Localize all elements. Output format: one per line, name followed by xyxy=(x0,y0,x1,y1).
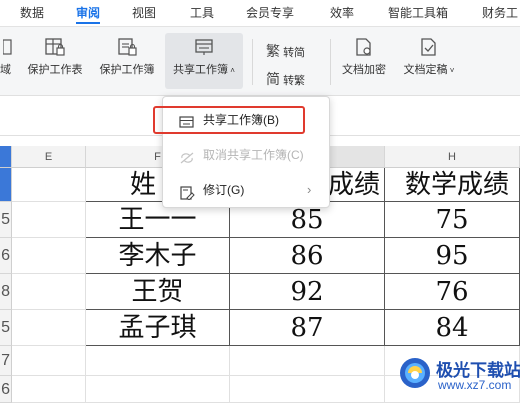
cell-name[interactable]: 孟子琪 xyxy=(86,310,230,346)
cell-math[interactable]: 84 xyxy=(385,310,520,346)
cell-score[interactable]: 92 xyxy=(230,274,385,310)
row-header[interactable]: 5 xyxy=(0,202,12,238)
doc-finalize-button[interactable]: 文档定稿 ˅ xyxy=(398,33,460,89)
trad-to-simp-label: 转简 xyxy=(283,47,306,59)
cell-score[interactable]: 86 xyxy=(230,238,385,274)
protect-sheet-button[interactable]: 保护工作表 xyxy=(22,33,88,89)
cell-score[interactable]: 87 xyxy=(230,310,385,346)
logo-icon xyxy=(398,356,432,390)
active-tab-indicator xyxy=(76,22,100,24)
share-workbook-label: 共享工作簿 ˄ xyxy=(173,64,235,76)
menu-efficiency[interactable]: 效率 xyxy=(330,4,354,21)
column-header-h[interactable]: H xyxy=(385,146,520,168)
trad-to-simp-button[interactable]: 繁 转简 xyxy=(266,41,305,61)
column-header-e[interactable]: E xyxy=(12,146,86,168)
protect-workbook-label: 保护工作簿 xyxy=(99,64,155,76)
menu-tools[interactable]: 工具 xyxy=(190,4,214,21)
cell-math[interactable]: 95 xyxy=(385,238,520,274)
menu-smart-toolbox[interactable]: 智能工具箱 xyxy=(388,4,448,21)
row-header[interactable]: 7 xyxy=(0,346,12,376)
simp-to-trad-icon: 简 xyxy=(266,71,280,87)
row-header[interactable]: 6 xyxy=(0,376,12,403)
menu-data[interactable]: 数据 xyxy=(20,4,44,21)
ribbon-toolbar: 域 保护工作表 保护工作簿 共享工作簿 ˄ 繁 转简 简 转繁 文档加密 文档定… xyxy=(0,27,520,96)
ribbon-divider xyxy=(330,39,331,85)
row-header[interactable]: 8 xyxy=(0,274,12,310)
protect-sheet-icon xyxy=(44,37,66,57)
menu-item-label: 取消共享工作簿(C) xyxy=(203,148,304,162)
doc-finalize-label: 文档定稿 ˅ xyxy=(403,64,455,76)
cell-math[interactable]: 76 xyxy=(385,274,520,310)
protect-sheet-label: 保护工作表 xyxy=(27,64,83,76)
truncated-icon xyxy=(2,37,13,57)
menu-member[interactable]: 会员专享 xyxy=(246,4,294,21)
cell[interactable] xyxy=(86,346,230,376)
truncated-label: 域 xyxy=(0,64,11,76)
chevron-down-icon: ˅ xyxy=(447,66,455,75)
cell[interactable] xyxy=(12,238,86,274)
watermark: 极光下载站 www.xz7.com xyxy=(398,350,520,398)
cell[interactable] xyxy=(230,376,385,403)
cell[interactable] xyxy=(12,168,86,202)
cell-name[interactable]: 李木子 xyxy=(86,238,230,274)
simp-to-trad-label: 转繁 xyxy=(283,75,306,87)
protect-workbook-button[interactable]: 保护工作簿 xyxy=(94,33,160,89)
ribbon-divider xyxy=(252,39,253,85)
protect-workbook-icon xyxy=(116,37,138,57)
chevron-right-icon: › xyxy=(307,182,312,197)
cell-math[interactable]: 75 xyxy=(385,202,520,238)
cell[interactable] xyxy=(230,346,385,376)
row-header[interactable]: 6 xyxy=(0,238,12,274)
unshare-icon xyxy=(179,148,195,164)
doc-finalize-icon xyxy=(418,37,440,57)
trad-to-simp-icon: 繁 xyxy=(266,43,280,59)
menu-review[interactable]: 审阅 xyxy=(76,4,100,21)
share-workbook-icon xyxy=(193,37,215,57)
cell[interactable] xyxy=(12,274,86,310)
row-header[interactable]: 5 xyxy=(0,310,12,346)
watermark-url: www.xz7.com xyxy=(438,378,512,392)
row-header[interactable] xyxy=(0,168,12,202)
menu-finance[interactable]: 财务工 xyxy=(482,4,518,21)
menu-bar: 数据 审阅 视图 工具 会员专享 效率 智能工具箱 财务工 xyxy=(0,0,520,27)
cell-header-math[interactable]: 数学成绩 xyxy=(385,168,520,202)
cell[interactable] xyxy=(12,202,86,238)
cell[interactable] xyxy=(86,376,230,403)
cell[interactable] xyxy=(12,346,86,376)
ribbon-truncated-button[interactable]: 域 xyxy=(0,33,16,89)
doc-encrypt-button[interactable]: 文档加密 xyxy=(336,33,392,89)
doc-encrypt-label: 文档加密 xyxy=(342,64,386,76)
menu-item-unshare-workbook[interactable]: 取消共享工作簿(C) xyxy=(171,142,321,168)
revision-icon xyxy=(179,183,195,201)
cell-name[interactable]: 王贺 xyxy=(86,274,230,310)
menu-item-revision[interactable]: 修订(G) › xyxy=(171,177,321,203)
share-workbook-button[interactable]: 共享工作簿 ˄ xyxy=(165,33,243,89)
menu-view[interactable]: 视图 xyxy=(132,4,156,21)
cell[interactable] xyxy=(12,310,86,346)
simp-to-trad-button[interactable]: 简 转繁 xyxy=(266,69,305,89)
chevron-up-icon: ˄ xyxy=(228,66,235,75)
column-header-selected[interactable] xyxy=(0,146,12,168)
menu-item-label: 修订(G) xyxy=(203,183,245,197)
cell[interactable] xyxy=(12,376,86,403)
highlight-annotation xyxy=(153,106,305,134)
doc-encrypt-icon xyxy=(353,37,375,57)
